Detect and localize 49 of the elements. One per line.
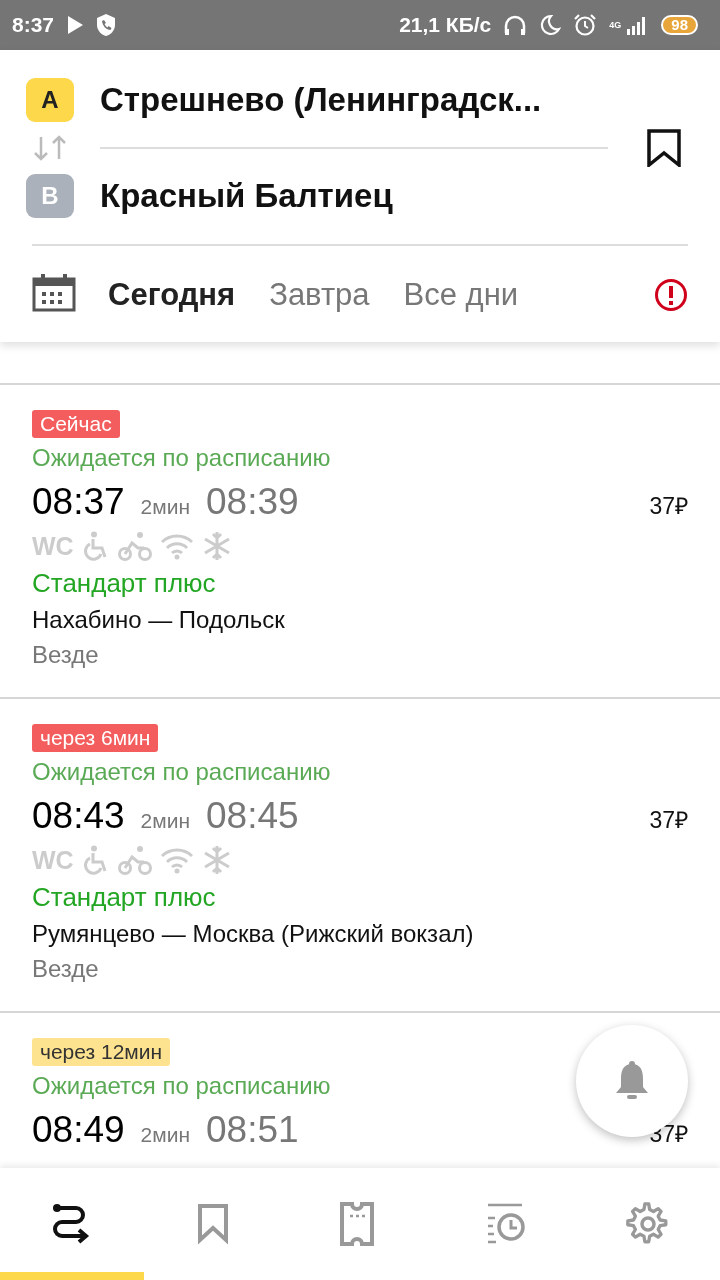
bicycle-icon (117, 531, 152, 561)
departure-time: 08:49 (32, 1108, 125, 1152)
train-type: Стандарт плюс (32, 881, 217, 914)
ticket-price: 37₽ (649, 806, 688, 835)
date-tab[interactable]: Завтра (269, 276, 370, 313)
train-route: Нахабино — Подольск (32, 605, 286, 635)
wifi-icon (159, 532, 194, 560)
trip-status: Ожидается по расписанию (32, 443, 331, 473)
point-a-badge: A (26, 78, 74, 122)
time-badge: через 6мин (32, 724, 159, 752)
train-type: Стандарт плюс (32, 567, 217, 600)
departure-time: 08:37 (32, 480, 125, 524)
clock: 8:37 (12, 13, 55, 37)
alarm-clock-icon (573, 13, 598, 37)
train-stops: Везде (32, 640, 100, 670)
swap-arrows-icon[interactable] (32, 135, 68, 161)
travel-duration: 2мин (140, 808, 191, 834)
time-badge: Сейчас (32, 410, 120, 438)
headphones-icon (503, 13, 528, 37)
battery-indicator: 98 (661, 15, 698, 35)
network-type: 4G (609, 20, 622, 30)
alert-icon[interactable] (654, 277, 688, 312)
settings-icon[interactable] (626, 1202, 670, 1246)
ticket-price: 37₽ (649, 492, 688, 521)
arrival-station[interactable]: Красный Балтиец (100, 174, 608, 218)
trip-status: Ожидается по расписанию (32, 1071, 331, 1101)
train-route: Румянцево — Москва (Рижский вокзал) (32, 919, 475, 949)
travel-duration: 2мин (140, 494, 191, 520)
calendar-icon[interactable] (32, 273, 76, 312)
network-speed: 21,1 КБ/с (399, 13, 492, 37)
bookmark-icon[interactable] (647, 129, 681, 167)
train-stops: Везде (32, 954, 100, 984)
travel-duration: 2мин (140, 1122, 191, 1148)
bicycle-icon (117, 845, 152, 875)
arrival-time: 08:51 (206, 1108, 299, 1152)
time-badge: через 12мин (32, 1038, 171, 1066)
departure-station[interactable]: Стрешнево (Ленинградск... (100, 78, 608, 122)
bell-icon (613, 1061, 651, 1101)
arrival-time: 08:39 (206, 480, 299, 524)
moon-icon (539, 14, 562, 36)
wifi-icon (159, 846, 194, 874)
play-icon (66, 15, 85, 35)
date-tab[interactable]: Все дни (403, 276, 519, 313)
point-b-badge: B (26, 174, 74, 218)
arrival-time: 08:45 (206, 794, 299, 838)
shield-phone-icon (96, 13, 117, 37)
departure-time: 08:43 (32, 794, 125, 838)
trip-status: Ожидается по расписанию (32, 757, 331, 787)
date-tab[interactable]: Сегодня (108, 276, 236, 313)
